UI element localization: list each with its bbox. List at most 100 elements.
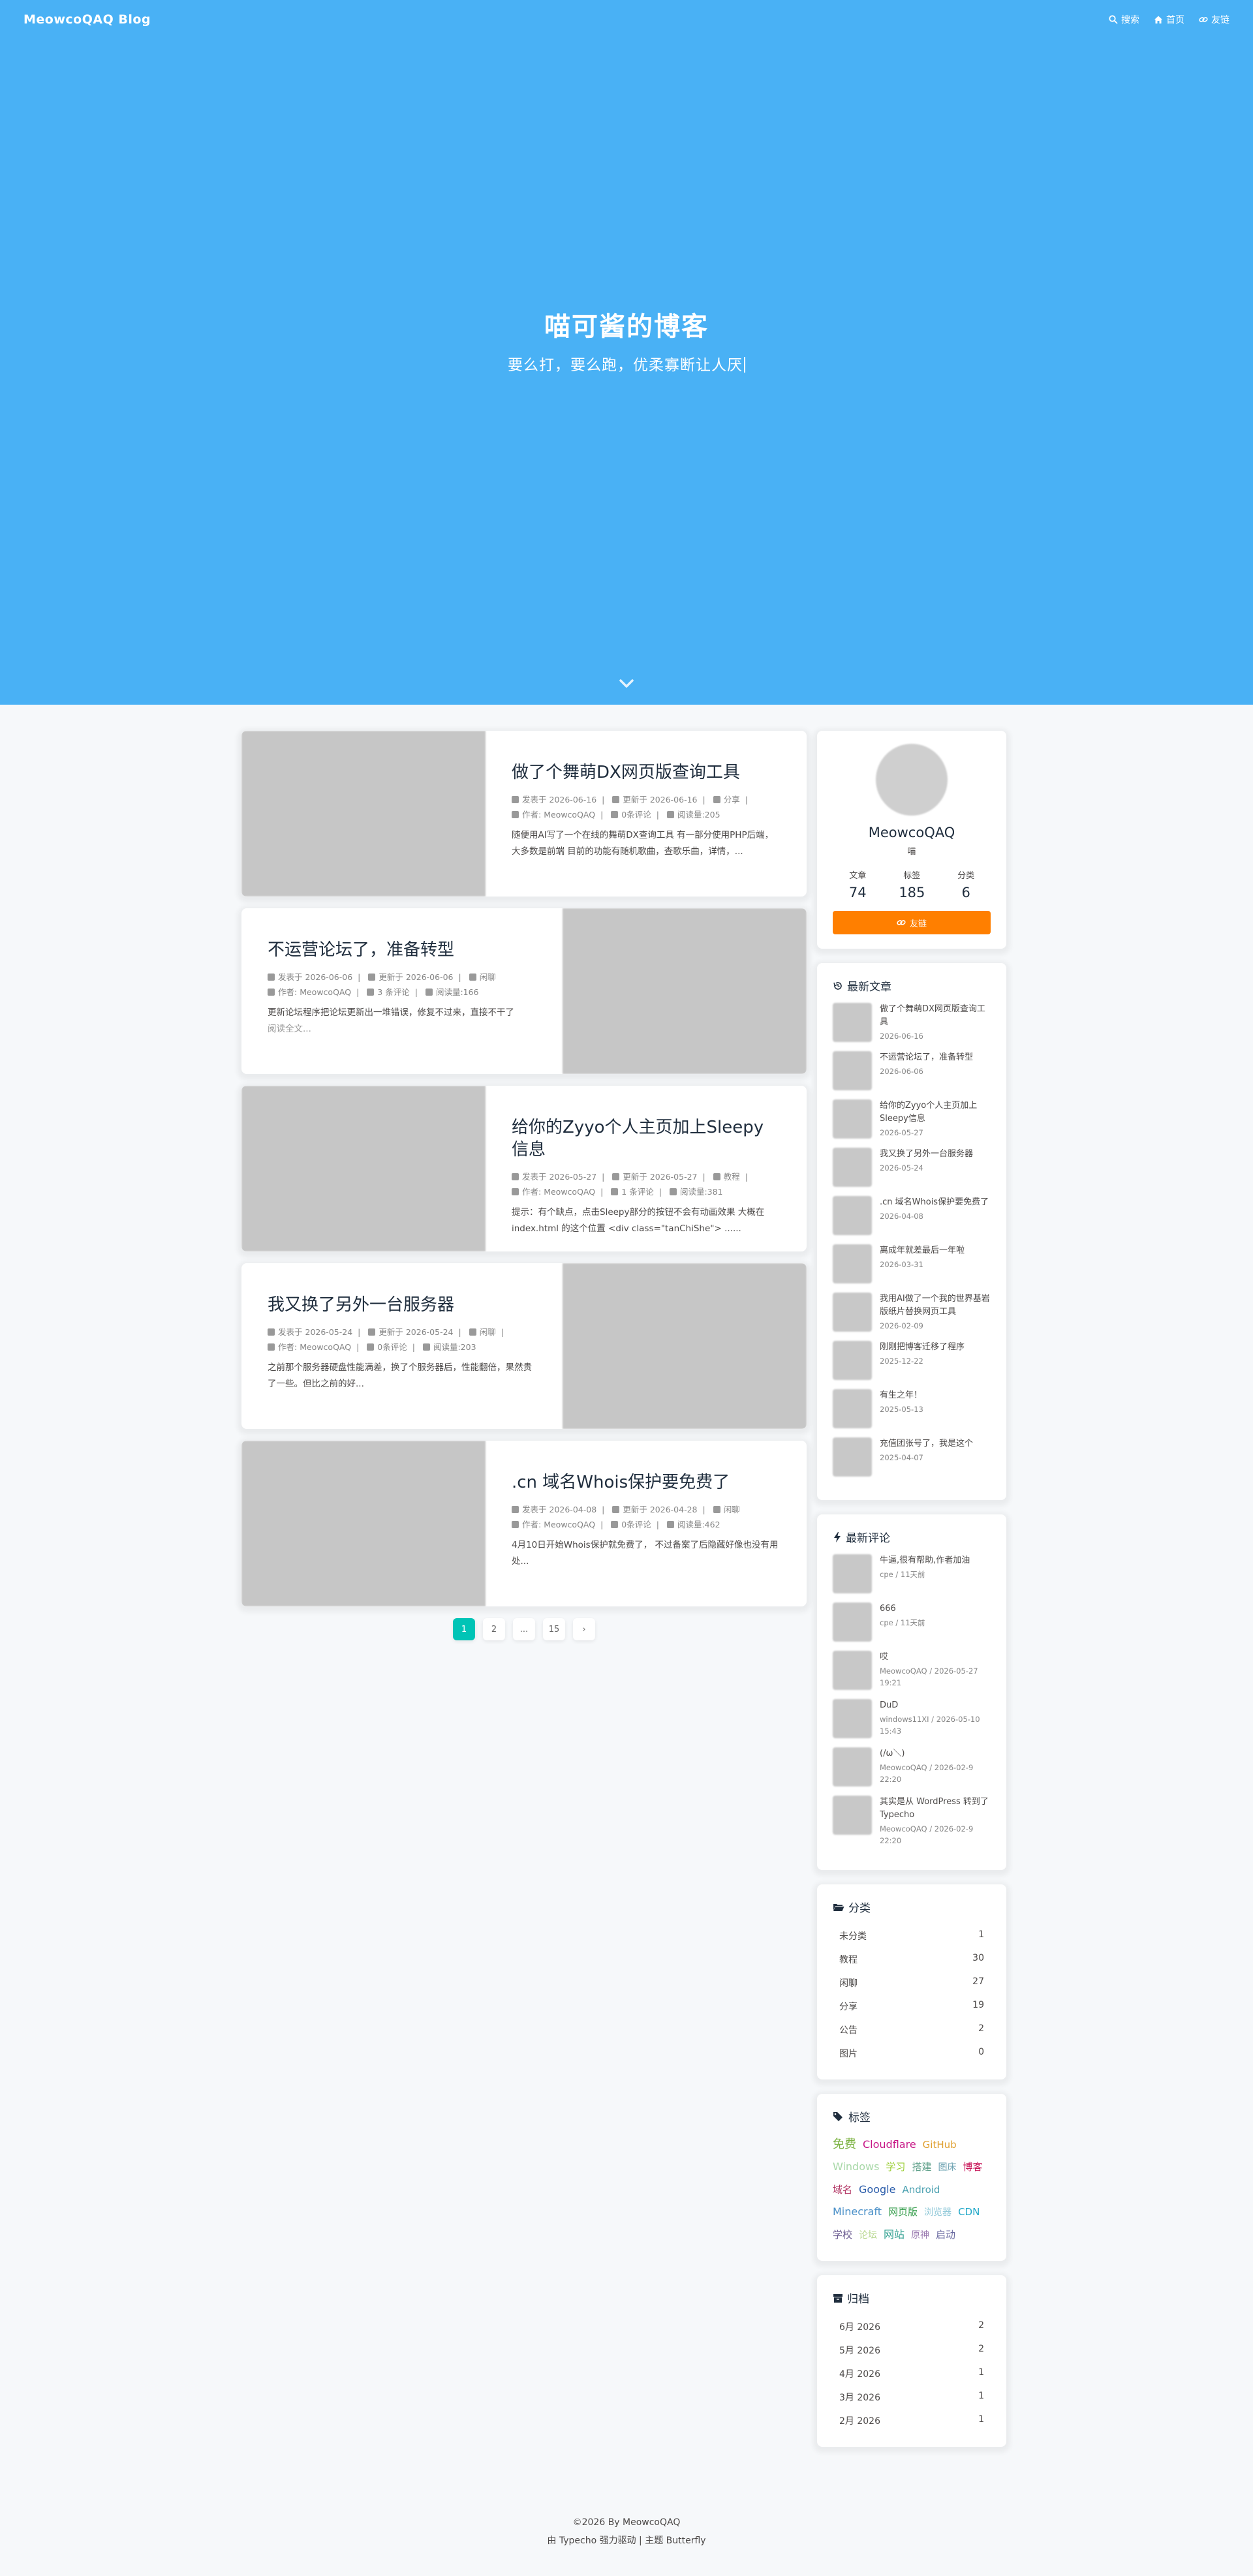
post-card[interactable]: .cn 域名Whois保护要免费了 发表于 2026-04-08 | 更新于 20… — [241, 1441, 807, 1606]
nav-home[interactable]: 首页 — [1154, 13, 1184, 26]
page-1[interactable]: 1 — [453, 1618, 475, 1640]
comment-text[interactable]: 哎 — [880, 1651, 991, 1664]
post-category[interactable]: 闲聊 — [480, 1327, 496, 1337]
recent-post-title[interactable]: 做了个舞萌DX网页版查询工具 — [880, 1003, 991, 1029]
tag-item[interactable]: Cloudflare — [863, 2134, 916, 2156]
comment-text[interactable]: 666 — [880, 1602, 925, 1616]
commenter-avatar[interactable] — [833, 1651, 872, 1690]
recent-post-item[interactable]: 有生之年！ 2025-05-13 — [833, 1389, 991, 1428]
recent-post-title[interactable]: 给你的Zyyo个人主页加上Sleepy信息 — [880, 1099, 991, 1126]
read-more-link[interactable]: 阅读全文... — [268, 1024, 311, 1034]
tag-item[interactable]: 浏览器 — [924, 2201, 951, 2224]
post-title[interactable]: .cn 域名Whois保护要免费了 — [512, 1472, 781, 1494]
recent-post-item[interactable]: 刚刚把博客迁移了程序 2025-12-22 — [833, 1341, 991, 1380]
post-cover-image[interactable] — [563, 1263, 807, 1429]
recent-post-item[interactable]: 不运营论坛了，准备转型 2026-06-06 — [833, 1051, 991, 1090]
commenter-avatar[interactable] — [833, 1796, 872, 1835]
post-comments[interactable]: 0条评论 — [621, 1520, 651, 1529]
tag-item[interactable]: 搭建 — [912, 2156, 931, 2178]
post-thumbnail[interactable] — [833, 1051, 872, 1090]
commenter-avatar[interactable] — [833, 1699, 872, 1738]
page-last[interactable]: 15 — [543, 1618, 565, 1640]
stat-posts[interactable]: 文章 74 — [849, 868, 867, 900]
scroll-down-icon[interactable] — [617, 675, 636, 691]
comment-item[interactable]: 666 cpe / 11天前 — [833, 1602, 991, 1642]
category-item[interactable]: 未分类 1 — [833, 1924, 991, 1948]
tag-item[interactable]: Windows — [833, 2156, 879, 2178]
recent-post-title[interactable]: 不运营论坛了，准备转型 — [880, 1051, 973, 1064]
stat-categories[interactable]: 分类 6 — [957, 868, 974, 900]
post-cover-image[interactable] — [563, 908, 807, 1074]
site-brand[interactable]: MeowcoQAQ Blog — [23, 12, 151, 27]
post-card[interactable]: 给你的Zyyo个人主页加上Sleepy信息 发表于 2026-05-27 | 更新… — [241, 1086, 807, 1251]
post-thumbnail[interactable] — [833, 1293, 872, 1332]
next-page-button[interactable]: › — [573, 1618, 595, 1640]
archive-item[interactable]: 5月 2026 2 — [833, 2338, 991, 2362]
tag-item[interactable]: GitHub — [923, 2134, 957, 2156]
post-title[interactable]: 我又换了另外一台服务器 — [268, 1295, 536, 1317]
comment-text[interactable]: (/ω＼) — [880, 1747, 991, 1760]
post-cover-image[interactable] — [241, 1086, 486, 1251]
post-category[interactable]: 分享 — [724, 795, 740, 805]
post-card[interactable]: 做了个舞萌DX网页版查询工具 发表于 2026-06-16 | 更新于 2026-… — [241, 731, 807, 897]
tag-item[interactable]: 免费 — [833, 2134, 856, 2156]
post-category[interactable]: 闲聊 — [724, 1505, 740, 1514]
friend-links-button[interactable]: 友链 — [833, 911, 991, 934]
category-item[interactable]: 图片 0 — [833, 2042, 991, 2065]
tag-item[interactable]: 网站 — [884, 2224, 905, 2246]
stat-tags[interactable]: 标签 185 — [899, 868, 925, 900]
post-thumbnail[interactable] — [833, 1099, 872, 1139]
post-category[interactable]: 闲聊 — [480, 972, 496, 982]
post-thumbnail[interactable] — [833, 1437, 872, 1477]
recent-post-item[interactable]: 充值团张号了，我是这个 2025-04-07 — [833, 1437, 991, 1477]
recent-post-title[interactable]: 我用AI做了一个我的世界基岩版纸片替换网页工具 — [880, 1293, 991, 1319]
tag-item[interactable]: 网页版 — [888, 2201, 918, 2223]
recent-post-item[interactable]: 离成年就差最后一年啦 2026-03-31 — [833, 1244, 991, 1283]
comment-item[interactable]: 哎 MeowcoQAQ / 2026-05-27 19:21 — [833, 1651, 991, 1690]
comment-item[interactable]: 牛逼,很有帮助,作者加油 cpe / 11天前 — [833, 1554, 991, 1593]
recent-post-title[interactable]: 有生之年！ — [880, 1389, 923, 1402]
post-category[interactable]: 教程 — [724, 1172, 740, 1182]
category-item[interactable]: 分享 19 — [833, 1995, 991, 2018]
post-comments[interactable]: 1 条评论 — [621, 1187, 653, 1197]
commenter-avatar[interactable] — [833, 1747, 872, 1786]
archive-item[interactable]: 2月 2026 1 — [833, 2409, 991, 2432]
commenter-avatar[interactable] — [833, 1554, 872, 1593]
tag-item[interactable]: 启动 — [936, 2224, 955, 2246]
nav-search[interactable]: 搜索 — [1109, 13, 1139, 26]
comment-item[interactable]: 其实是从 WordPress 转到了 Typecho MeowcoQAQ / 20… — [833, 1796, 991, 1847]
recent-post-item[interactable]: 做了个舞萌DX网页版查询工具 2026-06-16 — [833, 1003, 991, 1042]
nav-friends[interactable]: 友链 — [1199, 13, 1230, 26]
tag-item[interactable]: CDN — [958, 2201, 980, 2223]
post-card[interactable]: 我又换了另外一台服务器 发表于 2026-05-24 | 更新于 2026-05-… — [241, 1263, 807, 1429]
tag-item[interactable]: 域名 — [833, 2179, 852, 2201]
commenter-avatar[interactable] — [833, 1602, 872, 1642]
post-comments[interactable]: 0条评论 — [621, 810, 651, 820]
page-2[interactable]: 2 — [483, 1618, 505, 1640]
recent-post-title[interactable]: 我又换了另外一台服务器 — [880, 1148, 973, 1161]
archive-item[interactable]: 4月 2026 1 — [833, 2362, 991, 2385]
comment-text[interactable]: 其实是从 WordPress 转到了 Typecho — [880, 1796, 991, 1822]
recent-post-item[interactable]: 我又换了另外一台服务器 2026-05-24 — [833, 1148, 991, 1187]
comment-item[interactable]: DuD windows11XI / 2026-05-10 15:43 — [833, 1699, 991, 1738]
post-comments[interactable]: 0条评论 — [377, 1342, 407, 1352]
tag-item[interactable]: Android — [902, 2179, 940, 2201]
recent-post-title[interactable]: 充值团张号了，我是这个 — [880, 1437, 973, 1450]
post-card[interactable]: 不运营论坛了，准备转型 发表于 2026-06-06 | 更新于 2026-06-… — [241, 908, 807, 1074]
tag-item[interactable]: 论坛 — [859, 2224, 877, 2246]
post-title[interactable]: 不运营论坛了，准备转型 — [268, 940, 536, 962]
post-cover-image[interactable] — [241, 731, 486, 897]
comment-text[interactable]: 牛逼,很有帮助,作者加油 — [880, 1554, 970, 1567]
recent-post-item[interactable]: .cn 域名Whois保护要免费了 2026-04-08 — [833, 1196, 991, 1235]
post-title[interactable]: 做了个舞萌DX网页版查询工具 — [512, 762, 781, 784]
comment-item[interactable]: (/ω＼) MeowcoQAQ / 2026-02-9 22:20 — [833, 1747, 991, 1786]
category-item[interactable]: 闲聊 27 — [833, 1971, 991, 1995]
category-item[interactable]: 公告 2 — [833, 2018, 991, 2042]
tag-item[interactable]: 学习 — [886, 2156, 905, 2178]
recent-post-title[interactable]: 离成年就差最后一年啦 — [880, 1244, 965, 1257]
post-thumbnail[interactable] — [833, 1341, 872, 1380]
tag-item[interactable]: Minecraft — [833, 2201, 882, 2223]
tag-item[interactable]: 原神 — [911, 2224, 929, 2246]
post-cover-image[interactable] — [241, 1441, 486, 1606]
tag-item[interactable]: 图床 — [938, 2156, 956, 2179]
